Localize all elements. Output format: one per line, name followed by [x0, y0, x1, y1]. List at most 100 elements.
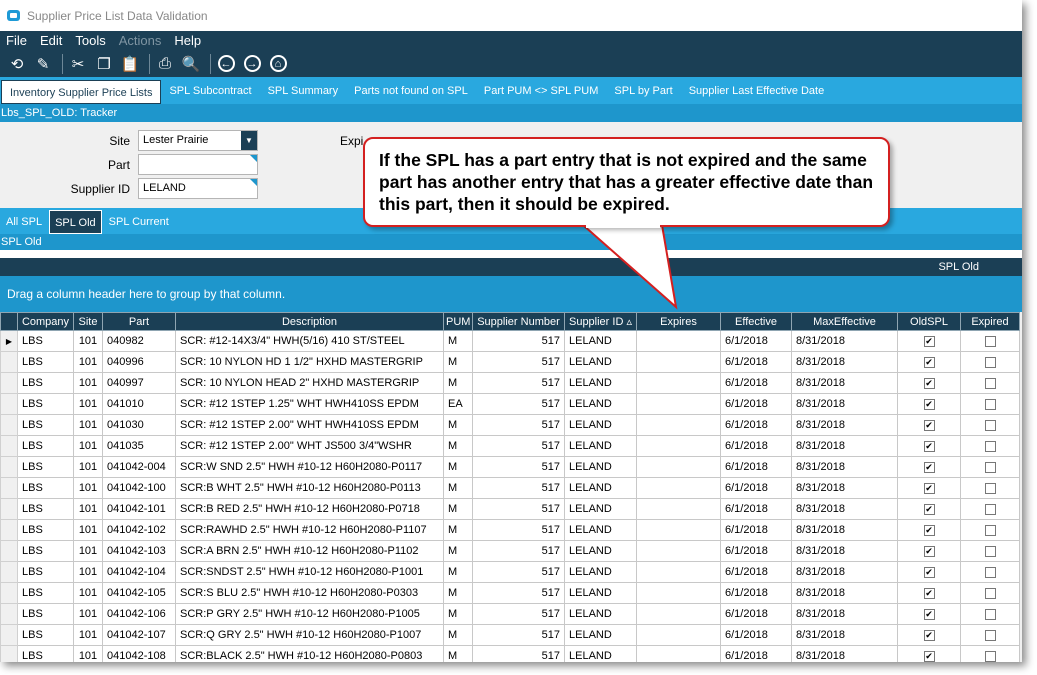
print-icon[interactable]: ⎙ [154, 53, 176, 75]
cell-pum[interactable]: M [443, 414, 473, 436]
chevron-down-icon[interactable]: ▼ [241, 131, 257, 150]
cell-site[interactable]: 101 [73, 540, 103, 562]
cell-supplier-id[interactable]: LELAND [564, 582, 637, 604]
column-header-description[interactable]: Description [175, 312, 444, 331]
row-indicator[interactable] [0, 477, 18, 499]
table-row[interactable]: LBS 101 041042-004 SCR:W SND 2.5" HWH #10-1… [0, 456, 1020, 478]
column-header-company[interactable]: Company [17, 312, 74, 331]
cell-maxeffective[interactable]: 8/31/2018 [791, 393, 898, 415]
cell-maxeffective[interactable]: 8/31/2018 [791, 540, 898, 562]
row-indicator[interactable] [0, 351, 18, 373]
cell-description[interactable]: SCR:W SND 2.5" HWH #10-12 H60H2080-P0117 [175, 456, 444, 478]
row-indicator[interactable] [0, 435, 18, 457]
cell-pum[interactable]: M [443, 351, 473, 373]
table-row[interactable]: LBS 101 041042-104 SCR:SNDST 2.5" HWH #10-1… [0, 561, 1020, 583]
cell-effective[interactable]: 6/1/2018 [720, 330, 792, 352]
row-indicator[interactable] [0, 603, 18, 625]
cell-maxeffective[interactable]: 8/31/2018 [791, 351, 898, 373]
cell-supplier-number[interactable]: 517 [472, 624, 565, 646]
cell-maxeffective[interactable]: 8/31/2018 [791, 498, 898, 520]
cell-supplier-id[interactable]: LELAND [564, 330, 637, 352]
cell-supplier-id[interactable]: LELAND [564, 603, 637, 625]
row-indicator[interactable]: ▶ [0, 330, 18, 352]
expired-checkbox[interactable] [984, 566, 996, 578]
oldspl-checkbox[interactable] [923, 461, 935, 473]
cell-pum[interactable]: M [443, 624, 473, 646]
cell-pum[interactable]: M [443, 582, 473, 604]
oldspl-checkbox[interactable] [923, 650, 935, 662]
cell-effective[interactable]: 6/1/2018 [720, 372, 792, 394]
cell-effective[interactable]: 6/1/2018 [720, 435, 792, 457]
tab-all-spl[interactable]: All SPL [1, 210, 47, 234]
cell-company[interactable]: LBS [17, 456, 74, 478]
row-indicator[interactable] [0, 414, 18, 436]
print-preview-icon[interactable]: 🔍 [180, 53, 202, 75]
refresh-icon[interactable]: ⟲ [6, 53, 28, 75]
tab-parts-not-found[interactable]: Parts not found on SPL [346, 79, 476, 103]
oldspl-checkbox[interactable] [923, 377, 935, 389]
cell-expires[interactable] [636, 456, 721, 478]
cell-expires[interactable] [636, 561, 721, 583]
cell-pum[interactable]: M [443, 456, 473, 478]
row-indicator[interactable] [0, 582, 18, 604]
expired-checkbox[interactable] [984, 356, 996, 368]
cell-supplier-number[interactable]: 517 [472, 330, 565, 352]
oldspl-checkbox[interactable] [923, 545, 935, 557]
cell-expires[interactable] [636, 624, 721, 646]
cell-effective[interactable]: 6/1/2018 [720, 645, 792, 662]
table-row[interactable]: LBS 101 040996 SCR: 10 NYLON HD 1 1/2" HXHD… [0, 351, 1020, 373]
cell-supplier-number[interactable]: 517 [472, 435, 565, 457]
table-row[interactable]: LBS 101 041010 SCR: #12 1STEP 1.25" WHT HWH… [0, 393, 1020, 415]
cell-site[interactable]: 101 [73, 603, 103, 625]
cell-effective[interactable]: 6/1/2018 [720, 414, 792, 436]
column-header-expires[interactable]: Expires [636, 312, 721, 331]
row-indicator[interactable] [0, 540, 18, 562]
oldspl-checkbox[interactable] [923, 629, 935, 641]
table-row[interactable]: ▶ LBS 101 040982 SCR: #12-14X3/4" HWH(5/16) … [0, 330, 1020, 352]
oldspl-checkbox[interactable] [923, 398, 935, 410]
cell-expires[interactable] [636, 372, 721, 394]
cell-part[interactable]: 040982 [102, 330, 176, 352]
cell-maxeffective[interactable]: 8/31/2018 [791, 414, 898, 436]
cell-pum[interactable]: EA [443, 393, 473, 415]
cell-part[interactable]: 041042-108 [102, 645, 176, 662]
cell-company[interactable]: LBS [17, 330, 74, 352]
cell-description[interactable]: SCR:RAWHD 2.5" HWH #10-12 H60H2080-P1107 [175, 519, 444, 541]
cell-supplier-id[interactable]: LELAND [564, 645, 637, 662]
cell-part[interactable]: 041042-106 [102, 603, 176, 625]
cell-supplier-number[interactable]: 517 [472, 603, 565, 625]
cell-description[interactable]: SCR:B WHT 2.5" HWH #10-12 H60H2080-P0113 [175, 477, 444, 499]
cell-part[interactable]: 041042-100 [102, 477, 176, 499]
oldspl-checkbox[interactable] [923, 608, 935, 620]
row-indicator[interactable] [0, 645, 18, 662]
cell-maxeffective[interactable]: 8/31/2018 [791, 519, 898, 541]
table-row[interactable]: LBS 101 041042-101 SCR:B RED 2.5" HWH #10-1… [0, 498, 1020, 520]
tab-spl-by-part[interactable]: SPL by Part [606, 79, 680, 103]
cell-site[interactable]: 101 [73, 351, 103, 373]
cell-description[interactable]: SCR:BLACK 2.5" HWH #10-12 H60H2080-P0803 [175, 645, 444, 662]
table-row[interactable]: LBS 101 041042-103 SCR:A BRN 2.5" HWH #10-1… [0, 540, 1020, 562]
cut-icon[interactable]: ✂ [67, 53, 89, 75]
table-row[interactable]: LBS 101 041042-108 SCR:BLACK 2.5" HWH #10-1… [0, 645, 1020, 662]
table-row[interactable]: LBS 101 041030 SCR: #12 1STEP 2.00" WHT HWH… [0, 414, 1020, 436]
cell-supplier-id[interactable]: LELAND [564, 372, 637, 394]
cell-part[interactable]: 041030 [102, 414, 176, 436]
home-icon[interactable]: ⌂ [267, 53, 289, 75]
cell-company[interactable]: LBS [17, 351, 74, 373]
cell-company[interactable]: LBS [17, 603, 74, 625]
cell-supplier-number[interactable]: 517 [472, 372, 565, 394]
cell-maxeffective[interactable]: 8/31/2018 [791, 372, 898, 394]
cell-site[interactable]: 101 [73, 477, 103, 499]
expired-checkbox[interactable] [984, 377, 996, 389]
cell-pum[interactable]: M [443, 561, 473, 583]
tab-spl-subcontract[interactable]: SPL Subcontract [161, 79, 259, 103]
cell-site[interactable]: 101 [73, 435, 103, 457]
oldspl-checkbox[interactable] [923, 440, 935, 452]
cell-supplier-id[interactable]: LELAND [564, 624, 637, 646]
table-row[interactable]: LBS 101 041042-106 SCR:P GRY 2.5" HWH #10-1… [0, 603, 1020, 625]
table-row[interactable]: LBS 101 041042-100 SCR:B WHT 2.5" HWH #10-1… [0, 477, 1020, 499]
cell-effective[interactable]: 6/1/2018 [720, 498, 792, 520]
site-dropdown[interactable]: Lester Prairie ▼ [138, 130, 258, 151]
cell-description[interactable]: SCR: #12 1STEP 2.00" WHT JS500 3/4"WSHR [175, 435, 444, 457]
cell-part[interactable]: 041010 [102, 393, 176, 415]
